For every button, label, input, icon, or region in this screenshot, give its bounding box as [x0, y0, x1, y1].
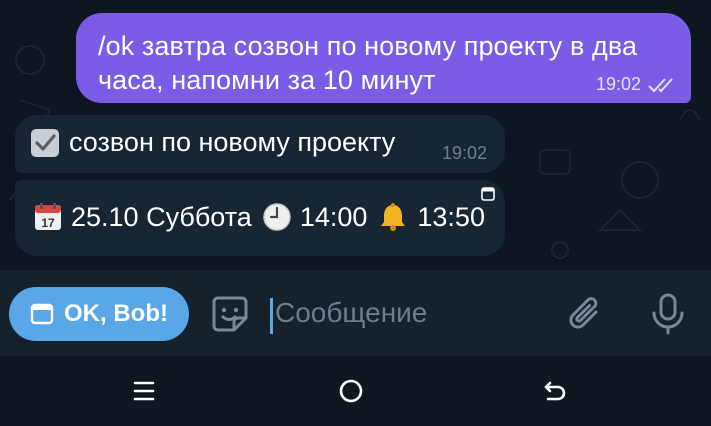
paperclip-icon[interactable]: [566, 294, 604, 334]
outgoing-message-meta: 19:02: [596, 74, 677, 95]
sticker-icon[interactable]: [208, 292, 252, 336]
window-icon: [481, 187, 495, 201]
double-check-icon: [648, 77, 673, 92]
message-composer: OK, Bob!: [0, 270, 711, 356]
recent-apps-icon[interactable]: [132, 380, 156, 402]
schedule-row: 17 25.10 Суббота 14:00 13:50: [33, 201, 485, 233]
microphone-icon[interactable]: [650, 292, 686, 336]
bot-keyboard-button[interactable]: OK, Bob!: [9, 287, 189, 341]
task-row: созвон по новому проекту: [31, 127, 395, 158]
incoming-message-task[interactable]: созвон по новому проекту 19:02: [15, 115, 505, 173]
outgoing-message-text: /ok завтра созвон по новому проекту в дв…: [98, 31, 638, 95]
message-input[interactable]: [275, 297, 545, 329]
svg-text:17: 17: [41, 216, 55, 230]
home-icon[interactable]: [338, 378, 364, 404]
outgoing-message[interactable]: /ok завтра созвон по новому проекту в дв…: [76, 13, 691, 103]
incoming-message-time: 19:02: [441, 143, 487, 163]
text-caret: [270, 298, 273, 334]
schedule-date: 25.10 Суббота: [71, 201, 252, 232]
chat-area: /ok завтра созвон по новому проекту в дв…: [0, 0, 711, 270]
schedule-event-time: 14:00: [299, 201, 368, 232]
system-navigation-bar: [0, 356, 711, 426]
back-icon[interactable]: [542, 378, 570, 404]
calendar-icon: 17: [35, 203, 61, 230]
schedule-reminder-time: 13:50: [417, 201, 485, 232]
task-title: созвон по новому проекту: [69, 127, 396, 157]
clock-icon: [263, 203, 291, 231]
incoming-message-schedule[interactable]: 17 25.10 Суббота 14:00 13:50: [15, 180, 505, 256]
bell-icon: [381, 203, 406, 231]
outgoing-message-time: 19:02: [595, 74, 641, 94]
check-box-icon: [31, 128, 59, 157]
window-icon: [30, 303, 54, 325]
bot-keyboard-button-label: OK, Bob!: [64, 300, 168, 327]
